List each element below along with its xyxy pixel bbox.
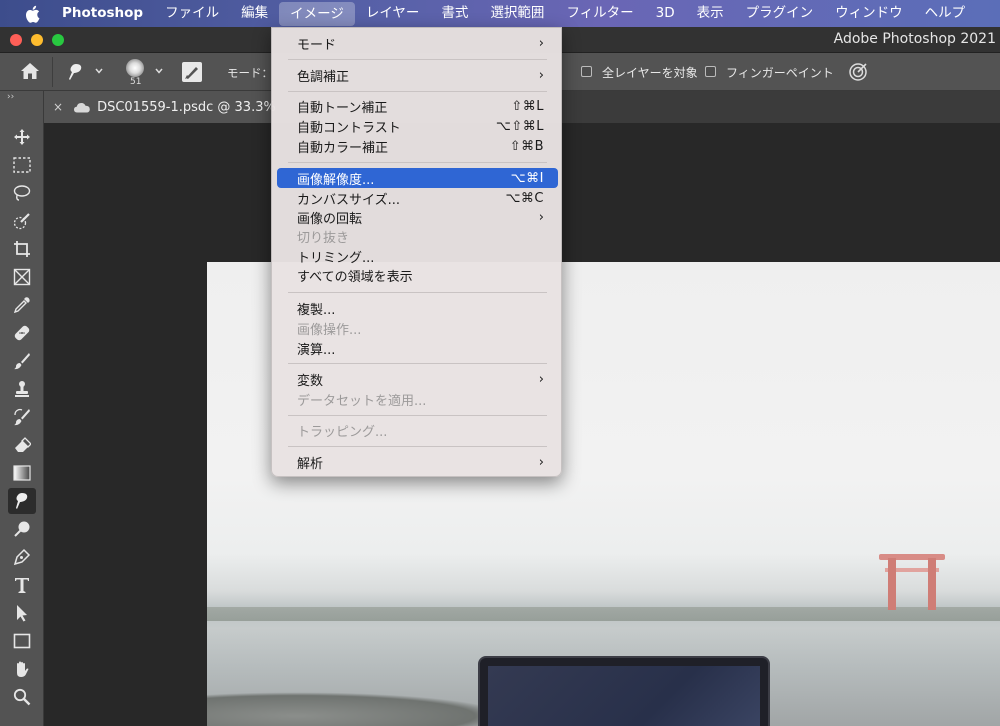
menu-item-trim[interactable]: トリミング... — [277, 246, 558, 266]
healing-brush-tool-icon[interactable] — [8, 320, 36, 346]
apple-icon[interactable] — [22, 4, 42, 24]
lasso-tool-icon[interactable] — [8, 180, 36, 206]
menu-item-auto-contrast[interactable]: 自動コントラスト ⌥⇧⌘L — [277, 116, 558, 136]
menubar-edit[interactable]: 編集 — [230, 0, 279, 27]
menu-item-analysis[interactable]: 解析 › — [277, 452, 558, 472]
menu-item-image-rotation[interactable]: 画像の回転 › — [277, 207, 558, 227]
shortcut-label: ⇧⌘L — [511, 98, 544, 114]
path-select-tool-icon[interactable] — [8, 600, 36, 626]
shortcut-label: ⇧⌘B — [509, 138, 544, 154]
menubar-view[interactable]: 表示 — [686, 0, 735, 27]
menubar-3d[interactable]: 3D — [645, 0, 686, 27]
all-layers-checkbox[interactable] — [581, 66, 592, 77]
menu-item-auto-color[interactable]: 自動カラー補正 ⇧⌘B — [277, 136, 558, 156]
shortcut-label: ⌥⇧⌘L — [495, 118, 544, 134]
menu-item-calculations[interactable]: 演算... — [277, 338, 558, 358]
menu-item-trap: トラッピング... — [297, 424, 388, 440]
shortcut-label: ⌥⌘I — [510, 170, 544, 186]
chevron-right-icon: › — [538, 454, 544, 470]
dodge-tool-icon[interactable] — [8, 516, 36, 542]
chevron-down-icon[interactable] — [94, 65, 104, 79]
menubar: Photoshop ファイル 編集 イメージ レイヤー 書式 選択範囲 フィルタ… — [0, 0, 1000, 27]
menubar-app-name[interactable]: Photoshop — [54, 0, 154, 27]
gradient-tool-icon[interactable] — [8, 460, 36, 486]
window-close-button[interactable] — [10, 34, 22, 46]
finger-paint-checkbox[interactable] — [705, 66, 716, 77]
menubar-filter[interactable]: フィルター — [555, 0, 644, 27]
brush-size-value: 51 — [130, 77, 142, 87]
menubar-help[interactable]: ヘルプ — [914, 0, 977, 27]
window-title: Adobe Photoshop 2021 — [833, 31, 996, 47]
cloud-document-icon — [73, 101, 91, 113]
photo-torii-gate — [879, 554, 945, 614]
move-tool-icon[interactable] — [8, 124, 36, 150]
photo-laptop — [478, 656, 770, 726]
menubar-plugins[interactable]: プラグイン — [735, 0, 825, 27]
brush-tool-icon[interactable] — [8, 348, 36, 374]
document-tab[interactable]: × DSC01559-1.psdc @ 33.3% — [44, 91, 284, 123]
marquee-tool-icon[interactable] — [8, 152, 36, 178]
menubar-select[interactable]: 選択範囲 — [479, 0, 555, 27]
options-separator — [52, 57, 53, 87]
menu-separator — [288, 363, 547, 364]
frame-tool-icon[interactable] — [8, 264, 36, 290]
menubar-type[interactable]: 書式 — [430, 0, 479, 27]
menu-separator — [288, 91, 547, 92]
shortcut-label: ⌥⌘C — [505, 190, 544, 206]
finger-paint-label[interactable]: フィンガーペイント — [726, 64, 834, 81]
smudge-tool-icon[interactable] — [8, 488, 36, 514]
menu-item-apply-data-set: データセットを適用... — [297, 393, 427, 409]
type-tool-icon[interactable] — [8, 572, 36, 598]
pressure-target-icon[interactable] — [848, 62, 868, 85]
clone-stamp-tool-icon[interactable] — [8, 376, 36, 402]
menu-item-auto-tone[interactable]: 自動トーン補正 ⇧⌘L — [277, 96, 558, 116]
close-tab-icon[interactable]: × — [53, 100, 63, 114]
menubar-image[interactable]: イメージ — [279, 1, 355, 26]
menu-item-mode[interactable]: モード › — [277, 33, 558, 53]
menu-item-adjustments[interactable]: 色調補正 › — [277, 65, 558, 85]
menubar-window[interactable]: ウィンドウ — [824, 0, 914, 27]
rectangle-tool-icon[interactable] — [8, 628, 36, 654]
photo-rocks — [207, 692, 507, 726]
menu-separator — [288, 446, 547, 447]
brush-settings-icon[interactable] — [181, 61, 203, 86]
home-icon[interactable] — [20, 62, 40, 83]
smudge-preset-icon[interactable] — [66, 62, 88, 85]
menu-item-crop: 切り抜き — [297, 230, 350, 246]
window-minimize-button[interactable] — [31, 34, 43, 46]
menu-item-image-size[interactable]: 画像解像度... ⌥⌘I — [277, 168, 558, 188]
all-layers-label[interactable]: 全レイヤーを対象 — [602, 64, 698, 81]
menu-item-canvas-size[interactable]: カンバスサイズ... ⌥⌘C — [277, 188, 558, 208]
history-brush-tool-icon[interactable] — [8, 404, 36, 430]
menu-item-duplicate[interactable]: 複製... — [277, 298, 558, 318]
menu-separator — [288, 59, 547, 60]
menubar-file[interactable]: ファイル — [154, 0, 230, 27]
eraser-tool-icon[interactable] — [8, 432, 36, 458]
menu-separator — [288, 415, 547, 416]
collapse-panel-icon[interactable]: ›› — [7, 92, 14, 102]
menu-separator — [288, 292, 547, 293]
mode-label: モード： — [227, 66, 273, 80]
menu-item-reveal-all[interactable]: すべての領域を表示 — [277, 265, 558, 285]
brush-preview-icon[interactable] — [126, 59, 144, 77]
tools-panel: ›› — [0, 91, 44, 726]
zoom-tool-icon[interactable] — [8, 684, 36, 710]
menubar-layer[interactable]: レイヤー — [355, 0, 431, 27]
chevron-right-icon: › — [538, 35, 544, 51]
chevron-right-icon: › — [538, 209, 544, 225]
menu-item-apply-image: 画像操作... — [297, 322, 362, 338]
window-zoom-button[interactable] — [52, 34, 64, 46]
chevron-down-icon[interactable] — [154, 65, 164, 79]
chevron-right-icon: › — [538, 67, 544, 83]
image-menu: モード › 色調補正 › 自動トーン補正 ⇧⌘L 自動コントラスト ⌥⇧⌘L 自… — [271, 27, 562, 477]
pen-tool-icon[interactable] — [8, 544, 36, 570]
hand-tool-icon[interactable] — [8, 656, 36, 682]
chevron-right-icon: › — [538, 371, 544, 387]
eyedropper-tool-icon[interactable] — [8, 292, 36, 318]
menu-separator — [288, 162, 547, 163]
quick-select-tool-icon[interactable] — [8, 208, 36, 234]
menu-item-variables[interactable]: 変数 › — [277, 369, 558, 389]
crop-tool-icon[interactable] — [8, 236, 36, 262]
document-tab-title: DSC01559-1.psdc @ 33.3% — [97, 99, 276, 115]
